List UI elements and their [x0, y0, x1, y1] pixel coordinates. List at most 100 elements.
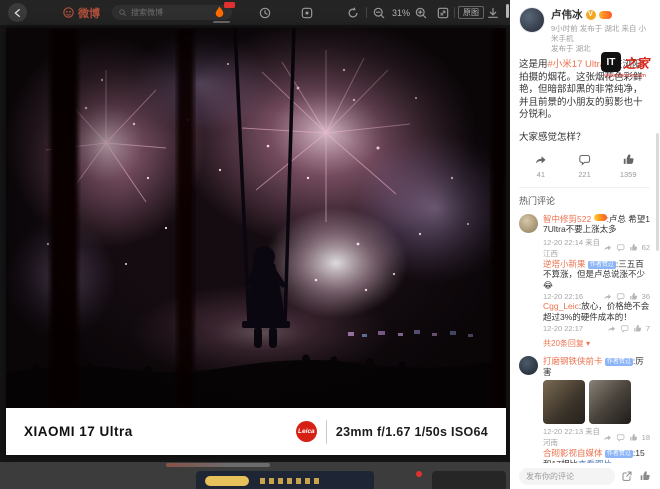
zoom-out-button[interactable]: [372, 0, 386, 25]
post-meta-line1: 9小时前 发布于 湖北 来自 小米手机: [551, 24, 647, 43]
apps-icon: [300, 6, 314, 20]
post-actions: 41 221 1359: [519, 151, 650, 179]
comment-time: 12-20 22:13 来自河南: [543, 427, 601, 447]
like-icon: [622, 153, 635, 166]
ithome-url: www.ithome.com: [604, 73, 646, 79]
commenter-avatar[interactable]: [519, 213, 538, 233]
like-icon[interactable]: [629, 292, 638, 301]
reply-item: Cgg_Leic:放心，价格绝不会超过3%的硬件成本的！ 12-20 22:17…: [543, 301, 650, 333]
share-button[interactable]: 41: [519, 151, 563, 179]
image-viewer: 微博 搜索微博 31% 原图 XIAOMI 17 Ultra Leica 23m…: [0, 0, 518, 489]
device-name: XIAOMI 17 Ultra: [24, 424, 133, 439]
weibo-logo[interactable]: 微博: [62, 0, 100, 25]
rotate-button[interactable]: [346, 0, 360, 25]
hot-tab[interactable]: [212, 0, 235, 25]
comment-input[interactable]: 发布你的评论: [519, 467, 615, 485]
share-count: 41: [536, 169, 545, 179]
comment-like-count: 18: [641, 432, 650, 442]
post-sidebar: 卢伟冰 V 9小时前 发布于 湖北 来自 小米手机 发布于 湖北 这是用#小米1…: [510, 0, 660, 489]
fireworks-scene: [6, 18, 518, 408]
commenter-name[interactable]: 合砌影视自媒体: [543, 448, 603, 458]
sidebar-scrollbar-thumb[interactable]: [656, 133, 659, 251]
hot-tab-indicator: [213, 21, 230, 23]
forward-icon[interactable]: [603, 243, 612, 252]
comment-item: 智中修剪522 :卢总 希望17Ultra不要上涨太多 12-20 22:14 …: [519, 213, 650, 259]
back-button[interactable]: [8, 3, 27, 22]
share-box-icon[interactable]: [621, 470, 633, 482]
comment-image-thumbnail[interactable]: [589, 380, 631, 424]
fit-screen-button[interactable]: [436, 0, 450, 25]
like-count: 1359: [619, 169, 637, 179]
weibo-eye-icon: [62, 6, 75, 19]
banner-dots: [260, 478, 320, 484]
history-button[interactable]: [258, 0, 272, 25]
search-placeholder: 搜索微博: [131, 8, 163, 17]
comment-image-thumbnail[interactable]: [543, 380, 585, 424]
search-icon: [118, 8, 127, 17]
zoom-in-button[interactable]: [414, 0, 428, 25]
more-replies-link[interactable]: 共20条回复 ▾: [543, 338, 650, 349]
like-icon[interactable]: [639, 470, 651, 482]
forward-icon[interactable]: [603, 292, 612, 301]
comment-icon[interactable]: [616, 433, 625, 442]
comment-item: 打磨钢铁侠前卡 作者赞过:厉害 12-20 22:13 来自河南 18: [519, 356, 650, 448]
comment-icon[interactable]: [616, 292, 625, 301]
like-icon[interactable]: [633, 324, 642, 333]
comment-time: 12-20 22:14 来自江西: [543, 237, 601, 258]
comment-count: 221: [578, 169, 591, 179]
viewer-scrollbar-thumb[interactable]: [506, 4, 509, 18]
viewer-topbar: 微博 搜索微博 31% 原图: [0, 0, 510, 25]
author-liked-badge: 作者赞过: [604, 450, 633, 458]
hot-badge: [224, 2, 235, 8]
forward-icon[interactable]: [603, 433, 612, 442]
like-button[interactable]: 1359: [606, 151, 650, 179]
original-image-button[interactable]: 原图: [458, 6, 484, 19]
forward-icon: [534, 153, 547, 166]
comment-like-count: 7: [645, 324, 650, 333]
fan-badge-icon: [593, 213, 607, 221]
post-header: 卢伟冰 V 9小时前 发布于 湖北 来自 小米手机 发布于 湖北: [519, 7, 650, 54]
apps-button[interactable]: [300, 0, 314, 25]
comment-time: 12-20 22:16: [543, 292, 584, 301]
zoom-in-icon: [414, 6, 428, 20]
commenter-avatar[interactable]: [519, 356, 538, 375]
reply-item: 逆塔小新果 作者赞过:三五百不算涨，但是卢总说涨不少😂 12-20 22:16 3…: [543, 259, 650, 302]
background-page-strip: [0, 462, 510, 489]
toolbar-divider: [366, 7, 367, 18]
zoom-out-icon: [372, 6, 386, 20]
download-icon: [486, 6, 500, 20]
post-text-pre: 这是用: [519, 59, 548, 70]
membership-badge-icon: [598, 10, 612, 19]
commenter-name[interactable]: 逆塔小新果: [543, 259, 586, 269]
weibo-logo-text: 微博: [78, 7, 100, 20]
commenter-name[interactable]: 打磨钢铁侠前卡: [543, 356, 603, 366]
comment-icon: [578, 153, 591, 166]
toolbar-divider: [454, 7, 455, 18]
verified-icon: V: [585, 9, 596, 20]
ithome-logo-text: 之家: [622, 55, 649, 71]
author-liked-badge: 作者赞过: [587, 260, 616, 269]
fireworks-photo[interactable]: XIAOMI 17 Ultra Leica 23mm f/1.67 1/50s …: [6, 18, 518, 455]
commenter-name[interactable]: Cgg_Leic: [543, 301, 579, 311]
commenter-name[interactable]: 智中修剪522: [543, 214, 591, 224]
comment-images: [543, 380, 650, 424]
background-card: [432, 471, 506, 489]
fit-screen-icon: [436, 6, 450, 20]
forward-icon[interactable]: [607, 324, 616, 333]
download-button[interactable]: [486, 0, 500, 25]
background-text-fragment: [166, 463, 270, 467]
comment-composer: 发布你的评论: [510, 463, 660, 489]
comment-icon[interactable]: [616, 243, 625, 252]
comment-like-count: 36: [641, 292, 650, 301]
comment-button[interactable]: 221: [563, 151, 607, 179]
like-icon[interactable]: [629, 243, 638, 252]
sidebar-scroll-area[interactable]: 卢伟冰 V 9小时前 发布于 湖北 来自 小米手机 发布于 湖北 这是用#小米1…: [510, 0, 660, 463]
reply-item: 合砌影视自媒体 作者赞过:15和17相比查看图片 12-20 22:196: [543, 448, 650, 463]
like-icon[interactable]: [629, 433, 638, 442]
watermark-divider: [325, 419, 327, 444]
author-avatar[interactable]: [519, 7, 545, 33]
author-name[interactable]: 卢伟冰: [551, 7, 583, 22]
banner-pill: [205, 476, 249, 486]
comment-icon[interactable]: [620, 324, 629, 333]
exif-info: 23mm f/1.67 1/50s ISO64: [335, 424, 488, 439]
